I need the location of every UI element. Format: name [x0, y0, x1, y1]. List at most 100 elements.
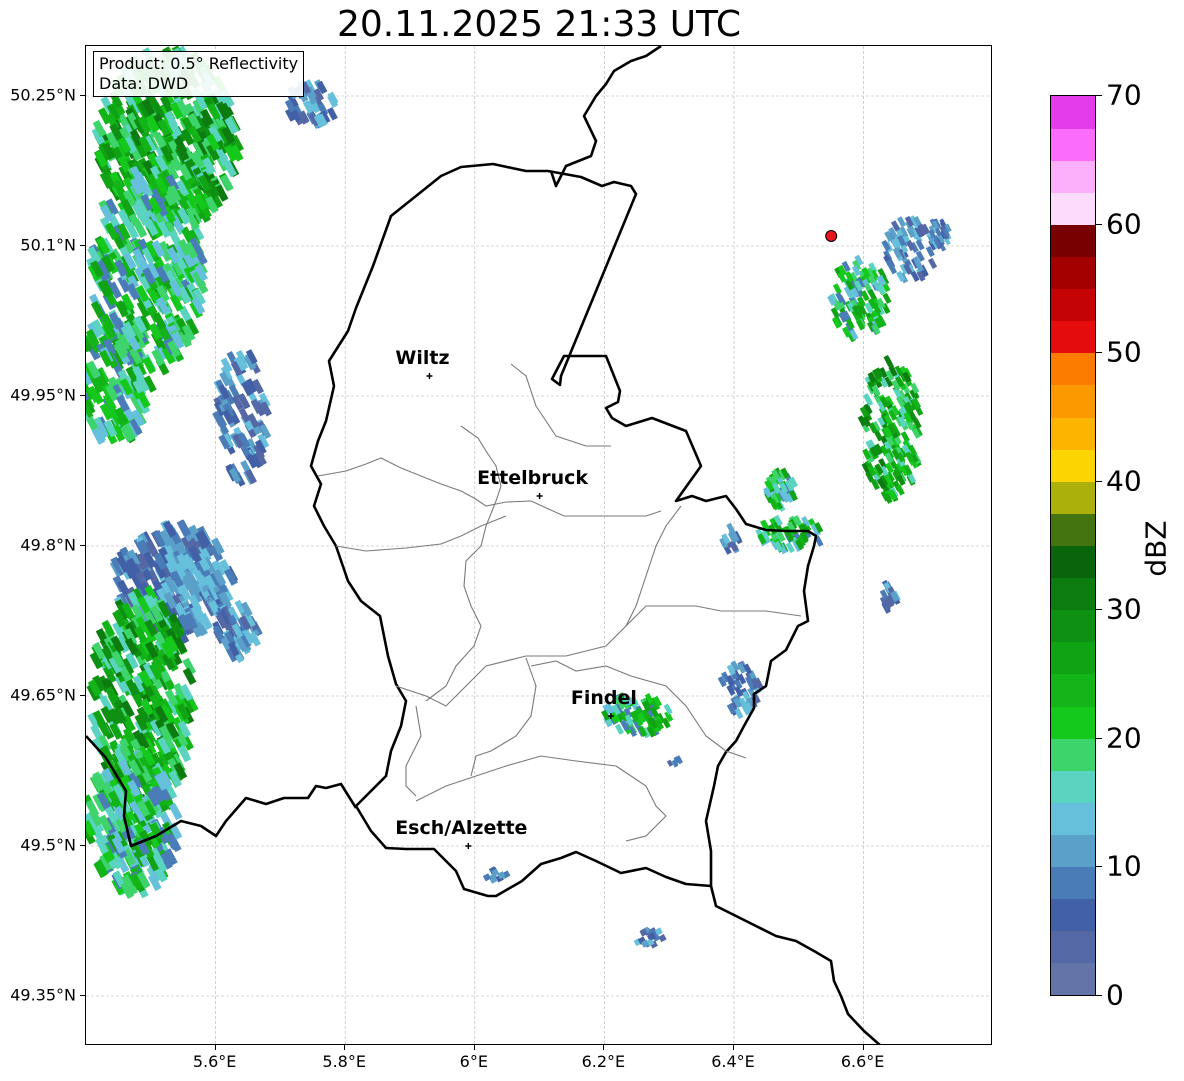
- colorbar-tick: [1096, 223, 1102, 225]
- colorbar-segment: [1051, 930, 1095, 964]
- colorbar-segment: [1051, 352, 1095, 386]
- lon-label: 6.4°E: [711, 1052, 755, 1071]
- colorbar-tick: [1096, 995, 1102, 996]
- city-label: Ettelbruck: [477, 467, 589, 489]
- radar-echo-cell: [666, 759, 674, 767]
- canton-border: [460, 425, 502, 502]
- lat-label: 50.1°N: [20, 235, 76, 255]
- city-label: Wiltz: [395, 347, 450, 369]
- colorbar-segment: [1051, 481, 1095, 514]
- radar-echo-cell: [482, 873, 491, 882]
- lon-tick: [473, 1045, 475, 1050]
- colorbar-segment: [1051, 384, 1095, 418]
- colorbar-segment: [1051, 192, 1095, 225]
- lon-label: 6.6°E: [840, 1052, 885, 1071]
- colorbar-segment: [1051, 866, 1095, 900]
- city-markers: [426, 373, 614, 849]
- lat-tick: [80, 695, 85, 696]
- lon-tick: [344, 1045, 346, 1050]
- luxembourg-border: [309, 162, 818, 898]
- colorbar-segment: [1051, 449, 1095, 482]
- colorbar-tick-label: 0: [1106, 978, 1124, 1012]
- radar-echo-cell: [832, 283, 842, 295]
- city-marker: [465, 843, 472, 849]
- lon-label: 5.6°E: [192, 1052, 237, 1071]
- city-label: Findel: [570, 687, 637, 709]
- lon-tick: [862, 1045, 864, 1050]
- city-marker: [536, 493, 543, 499]
- colorbar-segment: [1051, 962, 1095, 996]
- lat-label: 49.95°N: [10, 385, 76, 405]
- lat-label: 50.25°N: [10, 85, 76, 105]
- radar-echo-cell: [863, 393, 873, 405]
- colorbar-title: dBZ: [1139, 520, 1173, 577]
- lon-tick: [733, 1045, 734, 1050]
- colorbar-tick-label: 70: [1106, 78, 1142, 112]
- radar-echo-cell: [874, 430, 884, 442]
- lon-tick: [214, 1045, 216, 1050]
- colorbar-segment: [1051, 641, 1095, 675]
- city-label: Esch/Alzette: [395, 817, 528, 839]
- lat-label: 49.8°N: [20, 535, 76, 555]
- country-border: [549, 46, 662, 188]
- radar-echo-cell: [900, 431, 910, 443]
- colorbar-tick-label: 10: [1106, 849, 1142, 883]
- colorbar-segment: [1051, 224, 1095, 258]
- colorbar-segment: [1051, 834, 1095, 868]
- lat-label: 49.35°N: [10, 985, 76, 1005]
- canton-border: [615, 765, 667, 842]
- colorbar-tick: [1096, 609, 1102, 611]
- lon-label: 6°E: [459, 1052, 488, 1071]
- lat-label: 49.65°N: [10, 685, 76, 705]
- map-title: 20.11.2025 21:33 UTC: [336, 4, 742, 45]
- lat-tick: [80, 95, 85, 96]
- radar-echo-cell: [927, 257, 938, 270]
- lat-label: 49.5°N: [20, 835, 76, 855]
- colorbar-segment: [1051, 545, 1095, 579]
- radar-map[interactable]: [85, 45, 992, 1045]
- canton-border: [415, 755, 617, 802]
- colorbar-tick: [1096, 737, 1102, 739]
- radar-echo-cell: [882, 292, 892, 304]
- colorbar-segment: [1051, 673, 1095, 707]
- radar-echo-cell: [658, 934, 667, 943]
- country-border: [709, 885, 881, 1044]
- colorbar-segment: [1051, 706, 1095, 739]
- colorbar-segment: [1051, 513, 1095, 546]
- colorbar-segment: [1051, 770, 1095, 803]
- canton-border: [405, 705, 422, 797]
- radar-echo-cell: [883, 354, 893, 367]
- lon-tick: [603, 1045, 605, 1050]
- colorbar-tick: [1096, 352, 1102, 354]
- colorbar: [1050, 95, 1096, 996]
- product-info-box: Product: 0.5° Reflectivity Data: DWD: [93, 51, 305, 97]
- radar-echo-cell: [238, 407, 251, 423]
- lon-label: 6.2°E: [581, 1052, 626, 1071]
- colorbar-segment: [1051, 256, 1095, 290]
- canton-border: [425, 500, 497, 702]
- data-source-label: Data: DWD: [99, 74, 189, 93]
- colorbar-segment: [1051, 320, 1095, 354]
- city-marker: [426, 373, 433, 379]
- radar-echo-cell: [168, 802, 183, 821]
- canton-border: [470, 657, 537, 777]
- colorbar-segment: [1051, 802, 1095, 835]
- colorbar-tick: [1096, 480, 1102, 482]
- lat-tick: [80, 545, 85, 546]
- lat-tick: [80, 995, 85, 996]
- lat-tick: [80, 845, 85, 846]
- colorbar-segment: [1051, 128, 1095, 161]
- colorbar-segment: [1051, 417, 1095, 450]
- colorbar-tick-label: 30: [1106, 592, 1142, 626]
- colorbar-tick: [1096, 95, 1102, 96]
- lat-tick: [80, 245, 85, 246]
- colorbar-segment: [1051, 577, 1095, 611]
- colorbar-segment: [1051, 288, 1095, 322]
- colorbar-tick-label: 20: [1106, 721, 1142, 755]
- map-canvas: [86, 46, 991, 1044]
- colorbar-segment: [1051, 160, 1095, 193]
- lon-label: 5.8°E: [322, 1052, 366, 1071]
- canton-border: [625, 505, 682, 627]
- colorbar-tick-label: 50: [1106, 335, 1142, 369]
- colorbar-tick-label: 60: [1106, 207, 1142, 241]
